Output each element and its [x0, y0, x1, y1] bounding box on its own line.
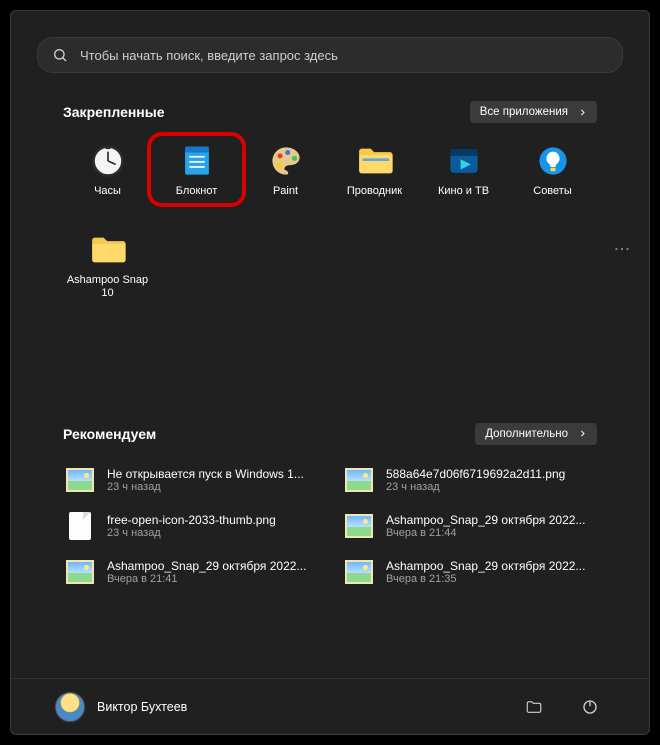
folder-icon: [90, 232, 126, 268]
footer-tray: [519, 692, 605, 722]
recommended-time: Вчера в 21:35: [386, 573, 585, 585]
more-dots-icon[interactable]: ⋮: [612, 241, 631, 259]
recommended-list: Не открывается пуск в Windows 1...23 ч н…: [63, 461, 597, 591]
all-apps-label: Все приложения: [480, 106, 568, 118]
recommended-header: Рекомендуем Дополнительно: [63, 423, 597, 445]
recommended-item[interactable]: Не открывается пуск в Windows 1...23 ч н…: [63, 461, 318, 499]
image-icon: [65, 465, 95, 495]
clock-icon: [90, 143, 126, 179]
pinned-app-tips[interactable]: Советы: [508, 137, 597, 202]
recommended-title: Рекомендуем: [63, 426, 156, 442]
pinned-app-notepad[interactable]: Блокнот: [152, 137, 241, 202]
pinned-title: Закрепленные: [63, 104, 165, 120]
user-name: Виктор Бухтеев: [97, 700, 187, 714]
recommended-title: 588a64e7d06f6719692a2d11.png: [386, 467, 565, 481]
recommended-title: Ashampoo_Snap_29 октября 2022...: [386, 559, 585, 573]
pinned-app-paint[interactable]: Paint: [241, 137, 330, 202]
recommended-title: Не открывается пуск в Windows 1...: [107, 467, 304, 481]
image-icon: [65, 557, 95, 587]
recommended-time: Вчера в 21:41: [107, 573, 306, 585]
app-label: Блокнот: [176, 185, 218, 198]
tips-icon: [535, 143, 571, 179]
recommended-meta: Ashampoo_Snap_29 октября 2022...Вчера в …: [107, 559, 306, 585]
paint-icon: [268, 143, 304, 179]
recommended-item[interactable]: Ashampoo_Snap_29 октября 2022...Вчера в …: [342, 553, 597, 591]
app-label: Кино и ТВ: [438, 185, 489, 198]
document-icon: [65, 511, 95, 541]
folder-outline-icon: [525, 698, 543, 716]
recommended-time: Вчера в 21:44: [386, 527, 585, 539]
recommended-title: free-open-icon-2033-thumb.png: [107, 513, 276, 527]
recommended-time: 23 ч назад: [107, 481, 304, 493]
app-label: Ashampoo Snap 10: [64, 274, 152, 300]
recommended-item[interactable]: free-open-icon-2033-thumb.png23 ч назад: [63, 507, 318, 545]
image-icon: [344, 557, 374, 587]
avatar: [55, 692, 85, 722]
recommended-item[interactable]: Ashampoo_Snap_29 октября 2022...Вчера в …: [342, 507, 597, 545]
documents-button[interactable]: [519, 692, 549, 722]
recommended-time: 23 ч назад: [386, 481, 565, 493]
pinned-app-explorer[interactable]: Проводник: [330, 137, 419, 202]
recommended-title: Ashampoo_Snap_29 октября 2022...: [107, 559, 306, 573]
recommended-meta: Не открывается пуск в Windows 1...23 ч н…: [107, 467, 304, 493]
footer: Виктор Бухтеев: [11, 678, 649, 734]
app-label: Часы: [94, 185, 121, 198]
image-icon: [344, 511, 374, 541]
app-label: Советы: [533, 185, 571, 198]
recommended-title: Ashampoo_Snap_29 октября 2022...: [386, 513, 585, 527]
recommended-meta: Ashampoo_Snap_29 октября 2022...Вчера в …: [386, 559, 585, 585]
recommended-item[interactable]: Ashampoo_Snap_29 октября 2022...Вчера в …: [63, 553, 318, 591]
start-menu: Закрепленные Все приложения Часы Блокнот P…: [10, 10, 650, 735]
recommended-meta: free-open-icon-2033-thumb.png23 ч назад: [107, 513, 276, 539]
all-apps-button[interactable]: Все приложения: [470, 101, 597, 123]
image-icon: [344, 465, 374, 495]
pinned-app-folder[interactable]: Ashampoo Snap 10: [63, 226, 152, 304]
movies-icon: [446, 143, 482, 179]
pinned-header: Закрепленные Все приложения: [63, 101, 597, 123]
app-label: Проводник: [347, 185, 402, 198]
chevron-right-icon: [578, 429, 587, 438]
explorer-icon: [357, 143, 393, 179]
chevron-right-icon: [578, 108, 587, 117]
power-button[interactable]: [575, 692, 605, 722]
more-label: Дополнительно: [485, 428, 568, 440]
notepad-icon: [179, 143, 215, 179]
more-button[interactable]: Дополнительно: [475, 423, 597, 445]
user-account-button[interactable]: Виктор Бухтеев: [55, 692, 187, 722]
pinned-app-clock[interactable]: Часы: [63, 137, 152, 202]
pinned-app-movies[interactable]: Кино и ТВ: [419, 137, 508, 202]
recommended-time: 23 ч назад: [107, 527, 276, 539]
search-box[interactable]: [37, 37, 623, 73]
recommended-meta: Ashampoo_Snap_29 октября 2022...Вчера в …: [386, 513, 585, 539]
recommended-item[interactable]: 588a64e7d06f6719692a2d11.png23 ч назад: [342, 461, 597, 499]
search-icon: [52, 47, 68, 63]
search-input[interactable]: [80, 48, 608, 63]
app-label: Paint: [273, 185, 298, 198]
pinned-grid: Часы Блокнот Paint Проводник Кино и ТВ Советы…: [63, 137, 597, 305]
power-icon: [581, 698, 599, 716]
recommended-meta: 588a64e7d06f6719692a2d11.png23 ч назад: [386, 467, 565, 493]
